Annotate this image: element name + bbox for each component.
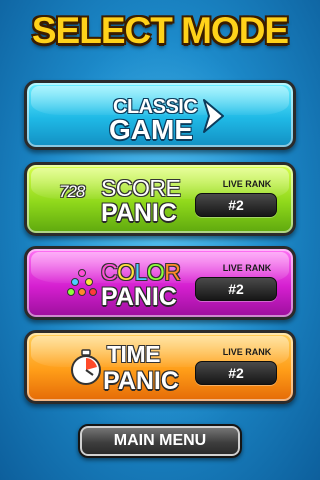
color-panic-label-bottom: PANIC (101, 283, 177, 311)
time-panic-button[interactable]: TIME PANIC LIVE RANK #2 (24, 330, 296, 404)
background (0, 0, 320, 480)
color-letter: O (146, 259, 165, 285)
score-panic-rank-value: #2 (195, 193, 277, 217)
main-menu-button[interactable]: MAIN MENU (78, 424, 242, 458)
score-panic-button[interactable]: 728 SCORE PANIC LIVE RANK #2 (24, 162, 296, 236)
classic-game-button[interactable]: CLASSIC GAME (24, 80, 296, 150)
classic-game-label-bottom: GAME (109, 114, 193, 145)
color-panic-rank-label: LIVE RANK (222, 263, 272, 273)
color-letter: L (134, 259, 148, 285)
time-panic-label-bottom: PANIC (103, 367, 179, 395)
color-dots-icon (67, 269, 97, 296)
timer-icon (71, 349, 101, 385)
color-panic-button[interactable]: COLOR PANIC LIVE RANK #2 (24, 246, 296, 320)
score-panic-label-bottom: PANIC (101, 199, 177, 227)
time-panic-label-top: TIME (107, 341, 160, 367)
color-letter: R (164, 259, 181, 285)
score-panic-label-top: SCORE (101, 175, 181, 201)
color-panic-rank-value: #2 (195, 277, 277, 301)
page-title: SELECT MODE (31, 10, 289, 51)
color-letter: O (117, 259, 135, 285)
score-panic-deco-number: 728 (59, 182, 85, 201)
color-panic-label-top: COLOR (101, 259, 181, 286)
score-panic-rank-label: LIVE RANK (222, 179, 272, 189)
color-letter: C (101, 259, 118, 285)
arrow-right-icon (203, 99, 224, 133)
time-panic-rank-label: LIVE RANK (222, 347, 272, 357)
time-panic-rank-value: #2 (195, 361, 277, 385)
